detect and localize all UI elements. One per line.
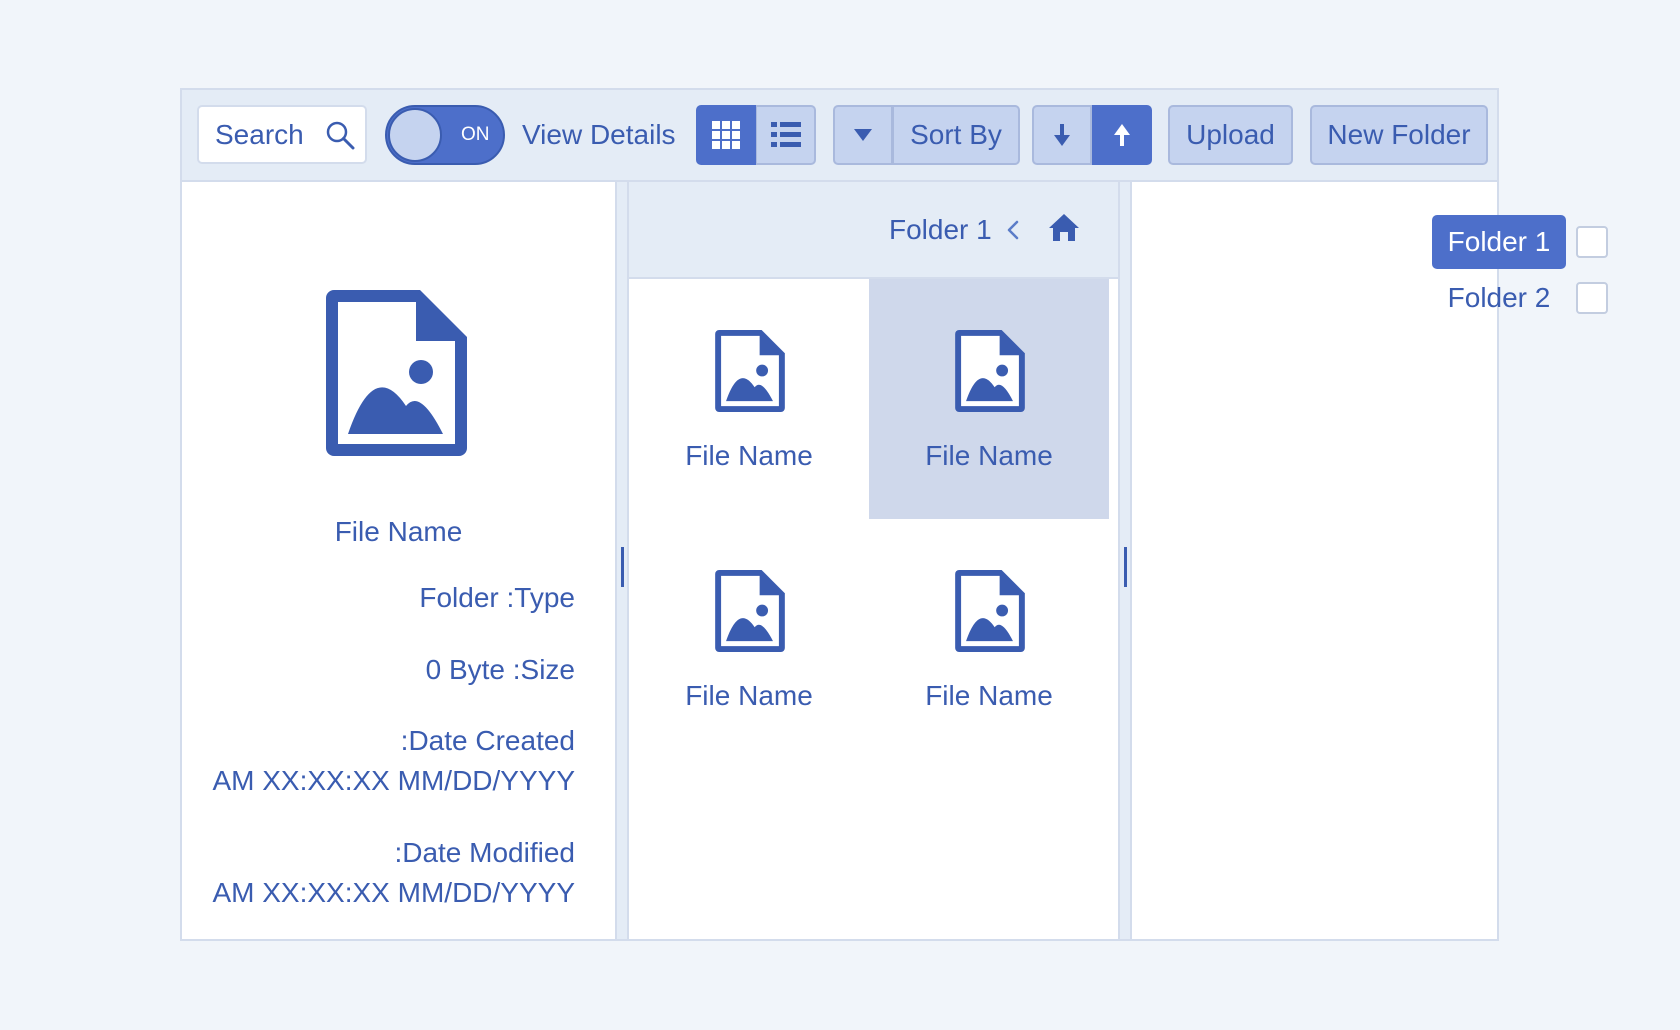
image-file-icon <box>715 329 785 413</box>
search-input[interactable] <box>199 107 319 162</box>
file-tile-selected[interactable]: File Name <box>869 279 1109 519</box>
view-mode-group <box>696 105 816 165</box>
caret-down-icon <box>854 129 872 141</box>
file-tile[interactable]: File Name <box>629 279 869 519</box>
file-tile-label: File Name <box>925 680 1053 711</box>
details-pane: File Name Folder :Type 0 Byte :Size :Dat… <box>182 182 615 939</box>
folder-item-label: Folder 2 <box>1447 282 1551 313</box>
toolbar: ON View Details <box>182 90 1497 182</box>
sort-by-label: Sort By <box>910 119 1002 150</box>
folder-tree-pane: Folder 1 Folder 2 <box>1132 182 1608 939</box>
sort-by-dropdown[interactable]: Sort By <box>833 105 1020 165</box>
folder-item-folder-2[interactable]: Folder 2 <box>1432 271 1566 325</box>
files-pane: Folder 1 File Name File Name File Name F… <box>629 182 1118 939</box>
details-date-modified-label: :Date Modified <box>394 837 575 868</box>
grid-view-button[interactable] <box>696 105 756 165</box>
toggle-knob <box>388 108 442 162</box>
image-file-icon <box>955 329 1025 413</box>
details-date-created-value: AM XX:XX:XX MM/DD/YYYY <box>212 765 575 796</box>
sort-order-group <box>1032 105 1152 165</box>
details-date-modified-value: AM XX:XX:XX MM/DD/YYYY <box>212 877 575 908</box>
file-tile-label: File Name <box>685 440 813 471</box>
pane-splitter[interactable] <box>1118 182 1132 939</box>
chevron-left-icon[interactable] <box>1003 216 1023 244</box>
view-details-toggle[interactable]: ON <box>385 105 505 165</box>
list-view-button[interactable] <box>756 105 816 165</box>
details-file-name: File Name <box>334 516 463 547</box>
file-tile[interactable]: File Name <box>629 519 869 759</box>
view-details-label: View Details <box>522 119 676 150</box>
sort-dropdown-toggle[interactable] <box>833 105 893 165</box>
details-type: Folder :Type <box>419 582 575 613</box>
pane-splitter[interactable] <box>615 182 629 939</box>
splitter-handle[interactable] <box>621 547 624 587</box>
home-icon[interactable] <box>1048 212 1080 244</box>
folder-2-checkbox[interactable] <box>1576 282 1608 314</box>
toggle-state-label: ON <box>461 124 490 145</box>
image-file-icon <box>715 569 785 653</box>
breadcrumb-current-folder[interactable]: Folder 1 <box>889 214 992 246</box>
image-file-icon <box>955 569 1025 653</box>
new-folder-button[interactable]: New Folder <box>1310 105 1488 165</box>
list-icon <box>770 122 801 147</box>
file-manager: ON View Details <box>180 88 1608 941</box>
grid-icon <box>712 121 740 149</box>
search-box[interactable] <box>197 105 367 164</box>
splitter-handle[interactable] <box>1124 547 1127 587</box>
breadcrumb: Folder 1 <box>629 182 1118 279</box>
file-tile-label: File Name <box>685 680 813 711</box>
arrow-up-icon <box>1113 124 1130 146</box>
sort-descending-button[interactable] <box>1032 105 1092 165</box>
details-size: 0 Byte :Size <box>425 654 575 685</box>
folder-item-label: Folder 1 <box>1447 226 1551 257</box>
file-tile[interactable]: File Name <box>869 519 1109 759</box>
folder-item-folder-1[interactable]: Folder 1 <box>1432 215 1566 269</box>
image-file-icon <box>326 290 467 456</box>
file-tile-label: File Name <box>925 440 1053 471</box>
search-icon[interactable] <box>325 120 355 150</box>
sort-ascending-button[interactable] <box>1092 105 1152 165</box>
arrow-down-icon <box>1054 124 1070 146</box>
sort-by-button[interactable]: Sort By <box>893 105 1020 165</box>
details-date-created-label: :Date Created <box>400 725 575 756</box>
upload-button[interactable]: Upload <box>1168 105 1293 165</box>
folder-1-checkbox[interactable] <box>1576 226 1608 258</box>
